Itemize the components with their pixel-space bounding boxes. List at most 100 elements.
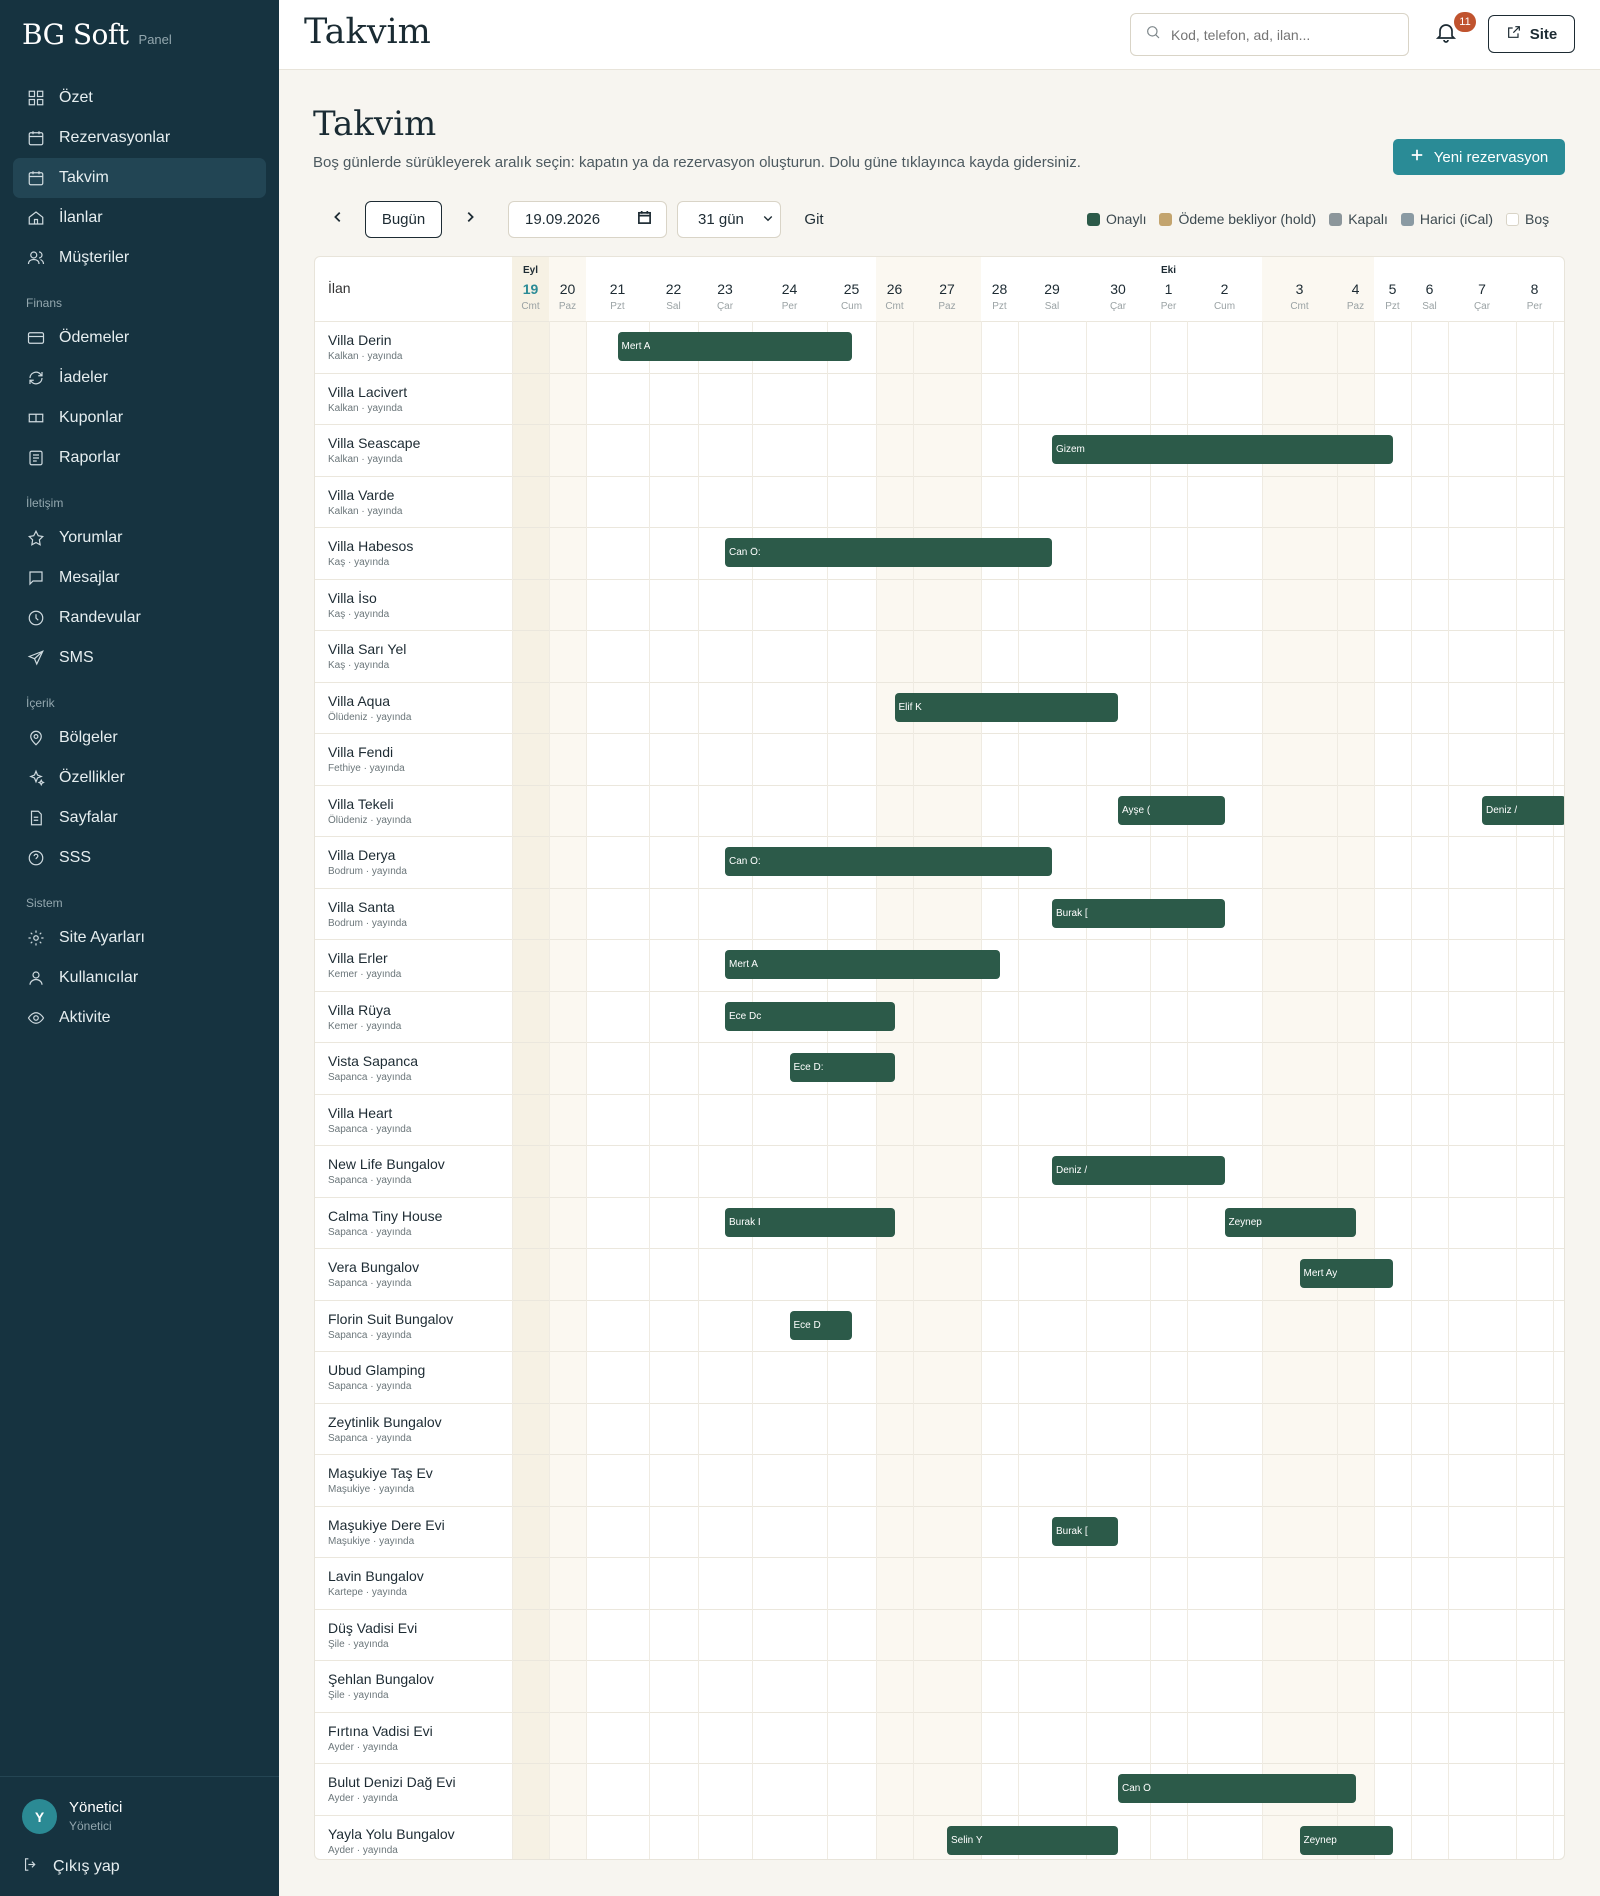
sidebar-item-14[interactable]: SMS — [13, 638, 266, 678]
brand[interactable]: BG Soft Panel — [22, 18, 172, 51]
booking-bar[interactable]: Zeynep — [1299, 1826, 1393, 1855]
booking-bar[interactable]: Can Ö — [1118, 1774, 1356, 1803]
listing-row-label[interactable]: Lavin Bungalov Kartepe · yayında — [315, 1557, 512, 1608]
listing-row-label[interactable]: Villa Aqua Ölüdeniz · yayında — [315, 682, 512, 733]
booking-bar[interactable]: Mert A — [617, 332, 852, 361]
sidebar-item-6[interactable]: Ödemeler — [13, 318, 266, 358]
booking-bar[interactable]: Burak [ — [1052, 1517, 1118, 1546]
today-button[interactable]: Bugün — [365, 201, 442, 238]
listing-row-label[interactable]: Calma Tiny House Sapanca · yayında — [315, 1197, 512, 1248]
listing-row-label[interactable]: Düş Vadisi Evi Şile · yayında — [315, 1609, 512, 1660]
sidebar-item-9[interactable]: Raporlar — [13, 438, 266, 478]
booking-bar[interactable]: Mert A — [725, 950, 1000, 979]
booking-bar[interactable]: Ayşe ( — [1118, 796, 1225, 825]
next-button[interactable] — [458, 201, 482, 238]
sidebar-item-16[interactable]: Bölgeler — [13, 718, 266, 758]
listing-row-label[interactable]: Vera Bungalov Sapanca · yayında — [315, 1248, 512, 1299]
sidebar-item-11[interactable]: Yorumlar — [13, 518, 266, 558]
user-role: Yönetici — [69, 1819, 112, 1833]
listing-row-label[interactable]: Villa Derya Bodrum · yayında — [315, 836, 512, 887]
booking-bar[interactable]: Selin Y — [947, 1826, 1118, 1855]
column-divider — [549, 321, 550, 1859]
booking-bar[interactable]: Gizem — [1052, 435, 1393, 464]
eye-icon — [27, 1009, 45, 1027]
day-header: 20 Paz — [549, 257, 586, 321]
booking-bar[interactable]: Ece D: — [789, 1053, 895, 1082]
sidebar-item-3[interactable]: İlanlar — [13, 198, 266, 238]
logout-button[interactable]: Çıkış yap — [22, 1856, 120, 1878]
refresh-icon — [27, 369, 45, 387]
listing-row-label[interactable]: New Life Bungalov Sapanca · yayında — [315, 1145, 512, 1196]
listing-row-label[interactable]: Maşukiye Taş Ev Maşukiye · yayında — [315, 1454, 512, 1505]
go-button[interactable]: Git — [796, 201, 832, 238]
site-button[interactable]: Site — [1488, 15, 1575, 53]
search-input[interactable] — [1171, 26, 1391, 43]
booking-bar[interactable]: Can Ö: — [725, 538, 1052, 567]
sidebar-item-18[interactable]: Sayfalar — [13, 798, 266, 838]
booking-bar[interactable]: Mert Ay — [1299, 1259, 1393, 1288]
prev-button[interactable] — [326, 201, 350, 238]
listing-row-label[interactable]: Ubud Glamping Sapanca · yayında — [315, 1351, 512, 1402]
listing-row-label[interactable]: Villa Sarı Yel Kaş · yayında — [315, 630, 512, 681]
sidebar-item-12[interactable]: Mesajlar — [13, 558, 266, 598]
legend-item-3: Harici (iCal) — [1400, 211, 1493, 227]
listing-row-label[interactable]: Villa Varde Kalkan · yayında — [315, 476, 512, 527]
listing-row-label[interactable]: Vista Sapanca Sapanca · yayında — [315, 1042, 512, 1093]
listing-row-label[interactable]: Villa Tekeli Ölüdeniz · yayında — [315, 785, 512, 836]
listing-row-label[interactable]: Villa Lacivert Kalkan · yayında — [315, 373, 512, 424]
booking-bar[interactable]: Burak [ — [1052, 899, 1225, 928]
booking-bar[interactable]: Deniz / — [1482, 796, 1564, 825]
booking-bar[interactable]: Burak I — [725, 1208, 895, 1237]
listing-row-label[interactable]: Zeytinlik Bungalov Sapanca · yayında — [315, 1403, 512, 1454]
booking-bar[interactable]: Deniz / — [1052, 1156, 1225, 1185]
booking-bar[interactable]: Zeynep — [1224, 1208, 1356, 1237]
listing-row-label[interactable]: Bulut Denizi Dağ Evi Ayder · yayında — [315, 1763, 512, 1814]
avatar[interactable]: Y — [22, 1799, 57, 1834]
sidebar-item-21[interactable]: Site Ayarları — [13, 918, 266, 958]
listing-row-label[interactable]: Villa Santa Bodrum · yayında — [315, 888, 512, 939]
sidebar-item-17[interactable]: Özellikler — [13, 758, 266, 798]
listing-row-label[interactable]: Fırtına Vadisi Evi Ayder · yayında — [315, 1712, 512, 1763]
listing-row-label[interactable]: Villa Erler Kemer · yayında — [315, 939, 512, 990]
listing-row-label[interactable]: Villa İso Kaş · yayında — [315, 579, 512, 630]
listing-row-label[interactable]: Villa Derin Kalkan · yayında — [315, 321, 512, 372]
sidebar-item-2[interactable]: Takvim — [13, 158, 266, 198]
listing-row-label[interactable]: Villa Heart Sapanca · yayında — [315, 1094, 512, 1145]
listing-row-label[interactable]: Villa Habesos Kaş · yayında — [315, 527, 512, 578]
new-reservation-button[interactable]: Yeni rezervasyon — [1393, 139, 1565, 175]
sidebar-item-0[interactable]: Özet — [13, 78, 266, 118]
booking-bar[interactable]: Can Ö: — [725, 847, 1052, 876]
booking-bar[interactable]: Elif K — [894, 693, 1118, 722]
listing-row-label[interactable]: Villa Fendi Fethiye · yayında — [315, 733, 512, 784]
date-input[interactable]: 19.09.2026 — [508, 201, 667, 238]
column-divider — [1374, 321, 1375, 1859]
sidebar-item-23[interactable]: Aktivite — [13, 998, 266, 1038]
sidebar-item-13[interactable]: Randevular — [13, 598, 266, 638]
listing-row-label[interactable]: Yayla Yolu Bungalov Ayder · yayında — [315, 1815, 512, 1859]
ticket-icon — [27, 409, 45, 427]
sidebar-item-label: Kuponlar — [59, 409, 124, 426]
sidebar-item-19[interactable]: SSS — [13, 838, 266, 878]
sidebar-item-8[interactable]: Kuponlar — [13, 398, 266, 438]
listing-location: Ayder · yayında — [328, 1742, 398, 1753]
listing-row-label[interactable]: Villa Rüya Kemer · yayında — [315, 991, 512, 1042]
home-icon — [27, 209, 45, 227]
listing-row-label[interactable]: Şehlan Bungalov Şile · yayında — [315, 1660, 512, 1711]
booking-guest: Elif K — [898, 702, 922, 713]
listing-row-label[interactable]: Florin Suit Bungalov Sapanca · yayında — [315, 1300, 512, 1351]
sidebar-item-label: Bölgeler — [59, 729, 118, 746]
sidebar-item-1[interactable]: Rezervasyonlar — [13, 118, 266, 158]
calendar-picker-icon[interactable] — [637, 210, 652, 229]
booking-bar[interactable]: Ece D — [789, 1311, 852, 1340]
sidebar-item-22[interactable]: Kullanıcılar — [13, 958, 266, 998]
days-select[interactable]: 31 gün — [677, 201, 781, 238]
listing-name: Villa Rüya — [328, 1002, 391, 1018]
column-divider — [1187, 321, 1188, 1859]
booking-guest: Ayşe ( — [1122, 805, 1151, 816]
listing-row-label[interactable]: Maşukiye Dere Evi Maşukiye · yayında — [315, 1506, 512, 1557]
booking-guest: Mert A — [729, 959, 758, 970]
booking-bar[interactable]: Ece Dc — [725, 1002, 895, 1031]
sidebar-item-4[interactable]: Müşteriler — [13, 238, 266, 278]
listing-row-label[interactable]: Villa Seascape Kalkan · yayında — [315, 424, 512, 475]
sidebar-item-7[interactable]: İadeler — [13, 358, 266, 398]
